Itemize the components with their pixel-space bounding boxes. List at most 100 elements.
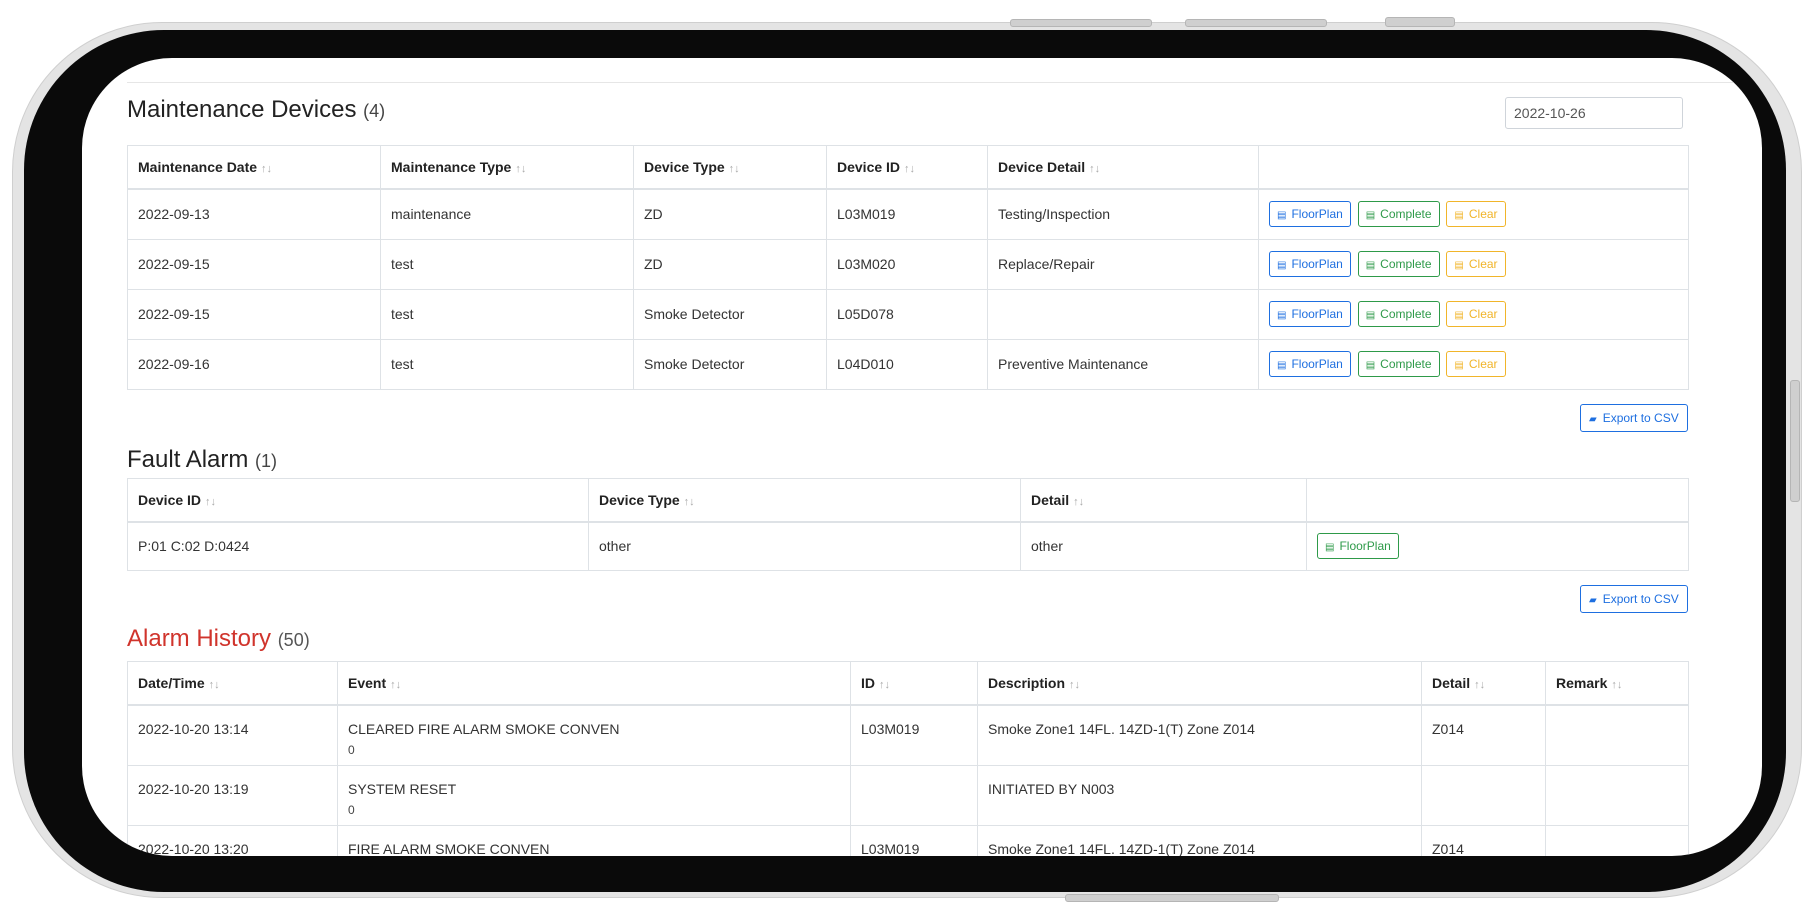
phone-top-button-1	[1010, 19, 1152, 27]
col-remark[interactable]: Remark ↑↓	[1545, 661, 1689, 706]
fault-table: Device ID ↑↓ Device Type ↑↓ Detail ↑↓ P:01 …	[127, 478, 1689, 571]
cell-device-detail: Preventive Maintenance	[987, 338, 1259, 390]
fault-count: (1)	[255, 451, 278, 471]
csv-file-icon: ▰	[1589, 595, 1597, 606]
phone-right-button	[1790, 380, 1800, 502]
cell-device-id: L03M020	[826, 238, 988, 290]
complete-icon: ▤	[1365, 260, 1376, 271]
cell-device-id: L05D078	[826, 288, 988, 340]
cell-description: Smoke Zone1 14FL. 14ZD-1(T) Zone Z014	[977, 704, 1422, 766]
col-detail[interactable]: Detail ↑↓	[1421, 661, 1546, 706]
col-datetime[interactable]: Date/Time ↑↓	[127, 661, 338, 706]
phone-bottom-button	[1065, 894, 1279, 902]
history-header-row: Date/Time ↑↓ Event ↑↓ ID ↑↓ Description ↑↓ D…	[127, 661, 1689, 706]
floorplan-button[interactable]: ▤ FloorPlan	[1269, 301, 1351, 327]
maintenance-header-row: Maintenance Date ↑↓ Maintenance Type ↑↓ De…	[127, 145, 1689, 190]
complete-icon: ▤	[1365, 210, 1376, 222]
cell-date: 2022-09-15	[127, 238, 381, 290]
cell-device-detail: Replace/Repair	[987, 238, 1259, 290]
col-maintenance-type[interactable]: Maintenance Type ↑↓	[380, 145, 634, 190]
col-device-type[interactable]: Device Type ↑↓	[633, 145, 827, 190]
phone-top-button-3	[1385, 17, 1455, 27]
col-fault-device-id[interactable]: Device ID ↑↓	[127, 478, 589, 523]
cell-detail: other	[1020, 521, 1307, 571]
alarm-history-table: Date/Time ↑↓ Event ↑↓ ID ↑↓ Description ↑↓ D…	[127, 661, 1689, 856]
cell-device-id: L04D010	[826, 338, 988, 390]
col-id[interactable]: ID ↑↓	[850, 661, 978, 706]
floorplan-icon: ▤	[1325, 542, 1335, 554]
col-fault-device-type[interactable]: Device Type ↑↓	[588, 478, 1021, 523]
cell-device-type: Smoke Detector	[633, 338, 827, 390]
floorplan-button[interactable]: ▤ FloorPlan	[1269, 201, 1351, 228]
col-device-id[interactable]: Device ID ↑↓	[826, 145, 988, 190]
cell-remark	[1545, 824, 1689, 856]
cell-device-detail: Testing/Inspection	[987, 188, 1259, 240]
cell-event: FIRE ALARM SMOKE CONVEN	[337, 824, 851, 856]
clear-button[interactable]: ▤ Clear	[1446, 201, 1506, 228]
clear-button[interactable]: ▤ Clear	[1446, 301, 1506, 327]
event-text: CLEARED FIRE ALARM SMOKE CONVEN	[348, 721, 620, 737]
clear-icon: ▤	[1454, 360, 1464, 371]
col-device-detail[interactable]: Device Detail ↑↓	[987, 145, 1259, 190]
cell-detail	[1421, 764, 1546, 826]
col-description[interactable]: Description ↑↓	[977, 661, 1422, 706]
table-row: P:01 C:02 D:0424 other other ▤ FloorPlan	[127, 521, 1689, 571]
cell-date: 2022-09-16	[127, 338, 381, 390]
floorplan-icon: ▤	[1277, 210, 1287, 222]
cell-date: 2022-09-13	[127, 188, 381, 240]
cell-actions: ▤ FloorPlan ▤ Complete ▤ Clear	[1258, 288, 1689, 340]
maintenance-count: (4)	[363, 101, 386, 121]
floorplan-button[interactable]: ▤ FloorPlan	[1269, 351, 1351, 377]
clear-icon: ▤	[1454, 310, 1464, 321]
col-actions	[1258, 145, 1689, 190]
history-title: Alarm History (50)	[127, 625, 310, 653]
clear-button[interactable]: ▤ Clear	[1446, 251, 1506, 277]
floorplan-button[interactable]: ▤ FloorPlan	[1269, 251, 1351, 277]
history-count: (50)	[277, 630, 310, 650]
cell-type: test	[380, 288, 634, 340]
table-row: 2022-09-15 test Smoke Detector L05D078 ▤…	[127, 288, 1689, 340]
clear-icon: ▤	[1454, 260, 1464, 271]
col-maintenance-date[interactable]: Maintenance Date ↑↓	[127, 145, 381, 190]
table-row: 2022-09-15 test ZD L03M020 Replace/Repai…	[127, 238, 1689, 290]
table-row: 2022-10-20 13:14 CLEARED FIRE ALARM SMOK…	[127, 704, 1689, 766]
maintenance-export-csv-button[interactable]: ▰ Export to CSV	[1580, 404, 1688, 432]
cell-detail: Z014	[1421, 824, 1546, 856]
fault-title-text: Fault Alarm	[127, 446, 249, 473]
complete-button[interactable]: ▤ Complete	[1357, 301, 1440, 327]
cell-datetime: 2022-10-20 13:19	[127, 764, 338, 826]
cell-event: CLEARED FIRE ALARM SMOKE CONVEN 0	[337, 704, 851, 766]
table-row: 2022-09-13 maintenance ZD L03M019 Testin…	[127, 188, 1689, 240]
fault-header-row: Device ID ↑↓ Device Type ↑↓ Detail ↑↓	[127, 478, 1689, 523]
col-fault-detail[interactable]: Detail ↑↓	[1020, 478, 1307, 523]
cell-device-id: P:01 C:02 D:0424	[127, 521, 589, 571]
date-filter-input[interactable]	[1505, 97, 1683, 129]
cell-actions: ▤ FloorPlan ▤ Complete ▤ Clear	[1258, 188, 1689, 240]
event-sub: 0	[348, 802, 355, 817]
maintenance-title: Maintenance Devices (4)	[127, 96, 385, 124]
cell-device-type: ZD	[633, 238, 827, 290]
history-title-text: Alarm History	[127, 625, 272, 652]
divider	[127, 82, 1762, 83]
app-screen: Maintenance Devices (4) Maintenance Date…	[82, 58, 1762, 856]
cell-datetime: 2022-10-20 13:20	[127, 824, 338, 856]
cell-date: 2022-09-15	[127, 288, 381, 340]
fault-title: Fault Alarm (1)	[127, 446, 277, 474]
cell-device-type: other	[588, 521, 1021, 571]
table-row: 2022-09-16 test Smoke Detector L04D010 P…	[127, 338, 1689, 390]
clear-button[interactable]: ▤ Clear	[1446, 351, 1506, 377]
table-row: 2022-10-20 13:20 FIRE ALARM SMOKE CONVEN…	[127, 824, 1689, 856]
fault-export-csv-button[interactable]: ▰ Export to CSV	[1580, 585, 1688, 613]
cell-device-detail	[987, 288, 1259, 340]
col-event[interactable]: Event ↑↓	[337, 661, 851, 706]
complete-button[interactable]: ▤ Complete	[1357, 351, 1440, 377]
complete-button[interactable]: ▤ Complete	[1357, 251, 1440, 277]
complete-button[interactable]: ▤ Complete	[1357, 201, 1440, 228]
col-fault-actions	[1306, 478, 1689, 523]
cell-id: L03M019	[850, 704, 978, 766]
event-text: SYSTEM RESET	[348, 780, 457, 797]
maintenance-table: Maintenance Date ↑↓ Maintenance Type ↑↓ De…	[127, 145, 1689, 390]
cell-datetime: 2022-10-20 13:14	[127, 704, 338, 766]
cell-device-id: L03M019	[826, 188, 988, 240]
fault-floorplan-button[interactable]: ▤ FloorPlan	[1317, 533, 1399, 560]
